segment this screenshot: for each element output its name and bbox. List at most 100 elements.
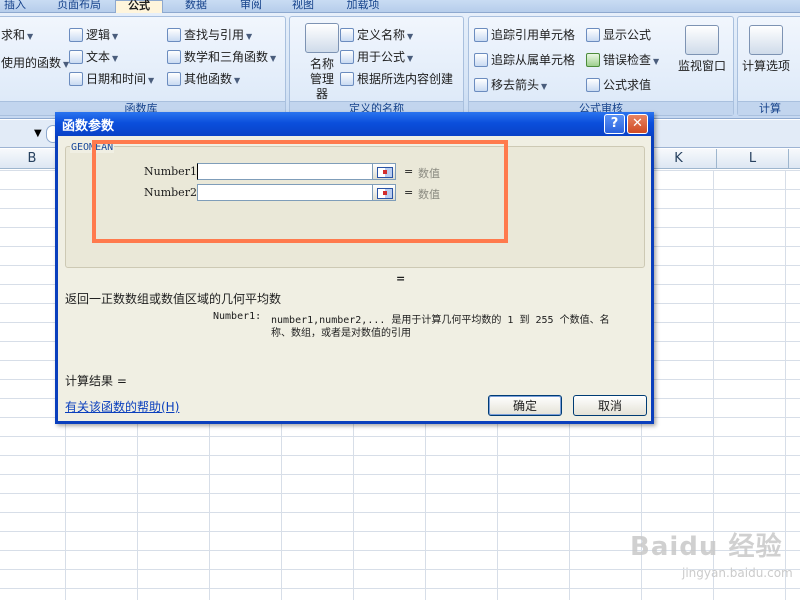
chevron-down-icon: ▼ <box>112 54 119 63</box>
ribbon: 求和 ▼ 使用的函数 ▼ 逻辑 ▼ 文本 ▼ 日期和时间 ▼ 查找与引用 ▼ 数学和三角函数… <box>0 13 800 119</box>
watermark: Baidu 经验 jingyan.baidu.com <box>620 520 793 590</box>
logical-label: 逻辑 <box>86 28 111 42</box>
chevron-down-icon: ▼ <box>148 76 155 85</box>
calculation-options-label: 计算选项 <box>741 59 790 73</box>
remove-arrows-icon <box>474 78 488 92</box>
define-name-label: 定义名称 <box>357 28 406 42</box>
evaluate-formula-label: 公式求值 <box>603 78 652 92</box>
calculation-options-button[interactable]: 计算选项 <box>738 25 794 74</box>
math-label: 数学和三角函数 <box>184 50 269 64</box>
create-from-selection-button[interactable]: 根据所选内容创建 <box>340 69 453 89</box>
ribbon-tab-bar: 插入 页面布局 公式 数据 审阅 视图 加载项 <box>0 0 800 14</box>
function-help-link[interactable]: 有关该函数的帮助(H) <box>65 398 179 415</box>
lookup-label: 查找与引用 <box>184 28 245 42</box>
trace-dependents-button[interactable]: 追踪从属单元格 <box>474 50 575 70</box>
chevron-down-icon: ▼ <box>234 76 241 85</box>
more-functions-button[interactable]: 其他函数 ▼ <box>167 69 240 89</box>
chevron-down-icon: ▼ <box>541 82 548 91</box>
trace-precedents-label: 追踪引用单元格 <box>491 28 576 42</box>
calculator-icon <box>749 25 783 55</box>
defined-names-group: 名称管理器 定义名称 ▼ 用于公式 ▼ 根据所选内容创建 定义的名称 <box>289 16 464 116</box>
define-name-button[interactable]: 定义名称 ▼ <box>340 25 413 45</box>
ok-button[interactable]: 确定 <box>488 395 562 416</box>
name-box-dropdown-icon[interactable]: ▼ <box>34 128 42 139</box>
evaluate-formula-icon <box>586 78 600 92</box>
error-checking-icon <box>586 53 600 67</box>
text-icon <box>69 50 83 64</box>
chevron-down-icon: ▼ <box>407 32 414 41</box>
formula-result-equals: = <box>396 272 406 285</box>
highlight-annotation <box>92 140 508 243</box>
tab-review[interactable]: 审阅 <box>233 0 269 13</box>
calendar-icon <box>69 72 83 86</box>
datetime-label: 日期和时间 <box>86 72 147 86</box>
chevron-down-icon: ▼ <box>246 32 253 41</box>
show-formulas-icon <box>586 28 600 42</box>
remove-arrows-button[interactable]: 移去箭头 ▼ <box>474 75 547 95</box>
calculation-label: 计算 <box>738 101 800 115</box>
watch-window-button[interactable]: 监视窗口 <box>672 25 732 74</box>
calculation-group: 计算选项 计算 <box>737 16 800 116</box>
recent-functions-label: 使用的函数 <box>1 56 62 70</box>
chevron-down-icon: ▼ <box>653 57 660 66</box>
trace-precedents-icon <box>474 28 488 42</box>
formula-auditing-group: 追踪引用单元格 追踪从属单元格 移去箭头 ▼ 显示公式 错误检查 ▼ 公式求值 监视… <box>468 16 734 116</box>
watermark-url: jingyan.baidu.com <box>682 566 793 580</box>
datetime-button[interactable]: 日期和时间 ▼ <box>69 69 154 89</box>
more-functions-label: 其他函数 <box>184 72 233 86</box>
error-checking-button[interactable]: 错误检查 ▼ <box>586 50 659 70</box>
argument-help-name: Number1: <box>213 311 262 322</box>
logical-icon <box>69 28 83 42</box>
name-manager-icon <box>305 23 339 53</box>
calculation-result: 计算结果 = <box>65 374 127 388</box>
tab-view[interactable]: 视图 <box>285 0 321 13</box>
lookup-button[interactable]: 查找与引用 ▼ <box>167 25 252 45</box>
tab-insert[interactable]: 插入 <box>0 0 30 13</box>
autosum-button[interactable]: 求和 ▼ <box>1 25 33 45</box>
show-formulas-button[interactable]: 显示公式 <box>586 25 651 45</box>
text-button[interactable]: 文本 ▼ <box>69 47 118 67</box>
create-from-selection-label: 根据所选内容创建 <box>357 72 454 86</box>
cancel-button[interactable]: 取消 <box>573 395 647 416</box>
help-icon[interactable]: ? <box>604 114 625 134</box>
lookup-icon <box>167 28 181 42</box>
more-functions-icon <box>167 72 181 86</box>
tab-page-layout[interactable]: 页面布局 <box>50 0 108 13</box>
chevron-down-icon: ▼ <box>407 54 414 63</box>
watermark-logo: Baidu 经验 <box>630 532 783 562</box>
remove-arrows-label: 移去箭头 <box>491 78 540 92</box>
dialog-title-bar[interactable]: 函数参数 ? ✕ <box>55 112 654 136</box>
autosum-label: 求和 <box>1 28 26 42</box>
watch-window-icon <box>685 25 719 55</box>
create-from-selection-icon <box>340 72 354 86</box>
chevron-down-icon: ▼ <box>112 32 119 41</box>
fx-icon <box>340 50 354 64</box>
function-arguments-dialog: 函数参数 ? ✕ Number1 = 数值 Number2 = 数值 GEOME… <box>55 112 654 424</box>
error-checking-label: 错误检查 <box>603 53 652 67</box>
watch-window-label: 监视窗口 <box>677 59 726 73</box>
chevron-down-icon: ▼ <box>27 32 34 41</box>
tab-addins[interactable]: 加载项 <box>338 0 388 13</box>
trace-dependents-label: 追踪从属单元格 <box>491 53 576 67</box>
function-library-group: 求和 ▼ 使用的函数 ▼ 逻辑 ▼ 文本 ▼ 日期和时间 ▼ 查找与引用 ▼ 数学和三角函数… <box>0 16 286 116</box>
text-label: 文本 <box>86 50 111 64</box>
show-formulas-label: 显示公式 <box>603 28 652 42</box>
trace-dependents-icon <box>474 53 488 67</box>
recent-functions-button[interactable]: 使用的函数 ▼ <box>1 53 69 73</box>
math-button[interactable]: 数学和三角函数 ▼ <box>167 47 276 67</box>
use-in-formula-button[interactable]: 用于公式 ▼ <box>340 47 413 67</box>
name-manager-label: 名称管理器 <box>309 57 334 101</box>
evaluate-formula-button[interactable]: 公式求值 <box>586 75 651 95</box>
close-icon[interactable]: ✕ <box>627 114 648 134</box>
function-description: 返回一正数数组或数值区域的几何平均数 <box>65 292 282 306</box>
trace-precedents-button[interactable]: 追踪引用单元格 <box>474 25 575 45</box>
column-header[interactable]: L <box>717 149 789 169</box>
tab-formulas[interactable]: 公式 <box>115 0 163 14</box>
argument-help-text: 称、数组，或者是对数值的引用 <box>271 328 411 339</box>
use-in-formula-label: 用于公式 <box>357 50 406 64</box>
define-name-icon <box>340 28 354 42</box>
tab-data[interactable]: 数据 <box>178 0 214 13</box>
chevron-down-icon: ▼ <box>270 54 277 63</box>
math-icon <box>167 50 181 64</box>
logical-button[interactable]: 逻辑 ▼ <box>69 25 118 45</box>
